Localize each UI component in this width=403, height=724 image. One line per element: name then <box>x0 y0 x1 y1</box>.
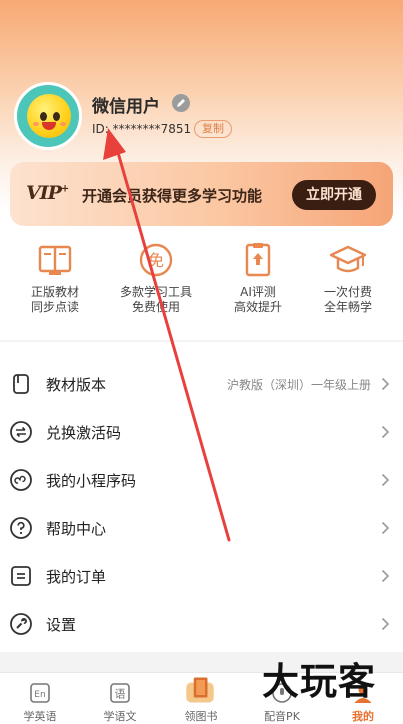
help-icon <box>10 517 32 539</box>
book-icon <box>38 245 72 275</box>
tab-label: 领图书 <box>184 710 218 723</box>
free-icon: 免 <box>139 243 173 277</box>
chevron-right-icon <box>381 617 390 631</box>
feature-item[interactable]: 一次付费 全年畅学 <box>298 240 398 315</box>
menu-item-settings[interactable]: 设置 <box>0 600 403 648</box>
tab-label: 配音PK <box>264 710 300 723</box>
chevron-right-icon <box>381 425 390 439</box>
textbook-version-value: 沪教版（深圳）一年级上册 <box>226 378 371 392</box>
feature-line1: 正版教材 <box>30 285 79 299</box>
graduation-cap-icon <box>329 245 367 273</box>
menu-item-help-center[interactable]: 帮助中心 <box>0 504 403 552</box>
avatar-face-icon <box>27 94 71 138</box>
tab-learn-chinese[interactable]: 语 学语文 <box>80 673 160 724</box>
menu-label: 设置 <box>46 616 77 634</box>
chevron-right-icon <box>381 473 390 487</box>
watermark: 大玩客 <box>262 660 376 703</box>
chinese-icon: 语 <box>110 683 130 703</box>
tab-learn-english[interactable]: En 学英语 <box>0 673 80 724</box>
feature-grid: 正版教材 同步点读 免 多款学习工具 免费使用 AI评测 高效提升 一次付费 全… <box>0 240 403 330</box>
feature-item[interactable]: 正版教材 同步点读 <box>5 240 105 315</box>
chevron-right-icon <box>381 377 390 391</box>
svg-text:语: 语 <box>115 688 126 701</box>
copy-id-button[interactable]: 复制 <box>194 120 232 138</box>
tab-label: 学英语 <box>23 710 57 723</box>
feature-line2: 同步点读 <box>30 300 79 314</box>
menu-label: 兑换激活码 <box>46 424 122 442</box>
menu-item-my-orders[interactable]: 我的订单 <box>0 552 403 600</box>
feature-line1: 多款学习工具 <box>119 285 192 299</box>
feature-line1: AI评测 <box>240 285 276 299</box>
clipboard-icon <box>245 243 271 277</box>
menu-item-mini-program-code[interactable]: 我的小程序码 <box>0 456 403 504</box>
open-vip-button[interactable]: 立即开通 <box>292 180 376 210</box>
chevron-right-icon <box>381 521 390 535</box>
order-icon <box>11 566 31 586</box>
miniprogram-icon <box>10 469 32 491</box>
textbook-icon <box>13 374 29 394</box>
chevron-right-icon <box>381 569 390 583</box>
vip-logo: VIP+ <box>26 182 69 204</box>
vip-banner[interactable]: VIP+ 开通会员获得更多学习功能 立即开通 <box>10 162 393 226</box>
feature-item[interactable]: 免 多款学习工具 免费使用 <box>106 240 206 315</box>
wrench-icon <box>10 613 32 635</box>
vip-promo-text: 开通会员获得更多学习功能 <box>82 187 263 205</box>
tab-label: 我的 <box>352 710 374 723</box>
menu-label: 我的订单 <box>46 568 107 586</box>
tab-get-books[interactable]: 领图书 <box>161 673 241 724</box>
feature-line2: 免费使用 <box>131 300 180 314</box>
username: 微信用户 <box>92 97 160 117</box>
gift-book-icon <box>186 677 214 703</box>
menu-label: 教材版本 <box>46 376 107 394</box>
menu-label: 我的小程序码 <box>46 472 137 490</box>
feature-item[interactable]: AI评测 高效提升 <box>208 240 308 315</box>
feature-line2: 高效提升 <box>233 300 282 314</box>
svg-text:免: 免 <box>148 251 164 270</box>
exchange-icon <box>10 421 32 443</box>
feature-line1: 一次付费 <box>323 285 372 299</box>
user-id: ID: ********7851 <box>92 122 192 136</box>
menu-item-textbook-version[interactable]: 教材版本 沪教版（深圳）一年级上册 <box>0 360 403 408</box>
menu-label: 帮助中心 <box>46 520 107 538</box>
tab-label: 学语文 <box>103 710 137 723</box>
en-icon: En <box>30 683 50 703</box>
menu-item-redeem-code[interactable]: 兑换激活码 <box>0 408 403 456</box>
avatar[interactable] <box>14 82 82 150</box>
svg-text:En: En <box>34 690 45 700</box>
settings-menu: 教材版本 沪教版（深圳）一年级上册 兑换激活码 我的小程序码 帮助中心 我的订单… <box>0 342 403 652</box>
edit-pencil-icon[interactable] <box>172 94 190 112</box>
profile-section: 微信用户 ID: ********7851 复制 <box>14 82 394 152</box>
feature-line2: 全年畅学 <box>323 300 372 314</box>
